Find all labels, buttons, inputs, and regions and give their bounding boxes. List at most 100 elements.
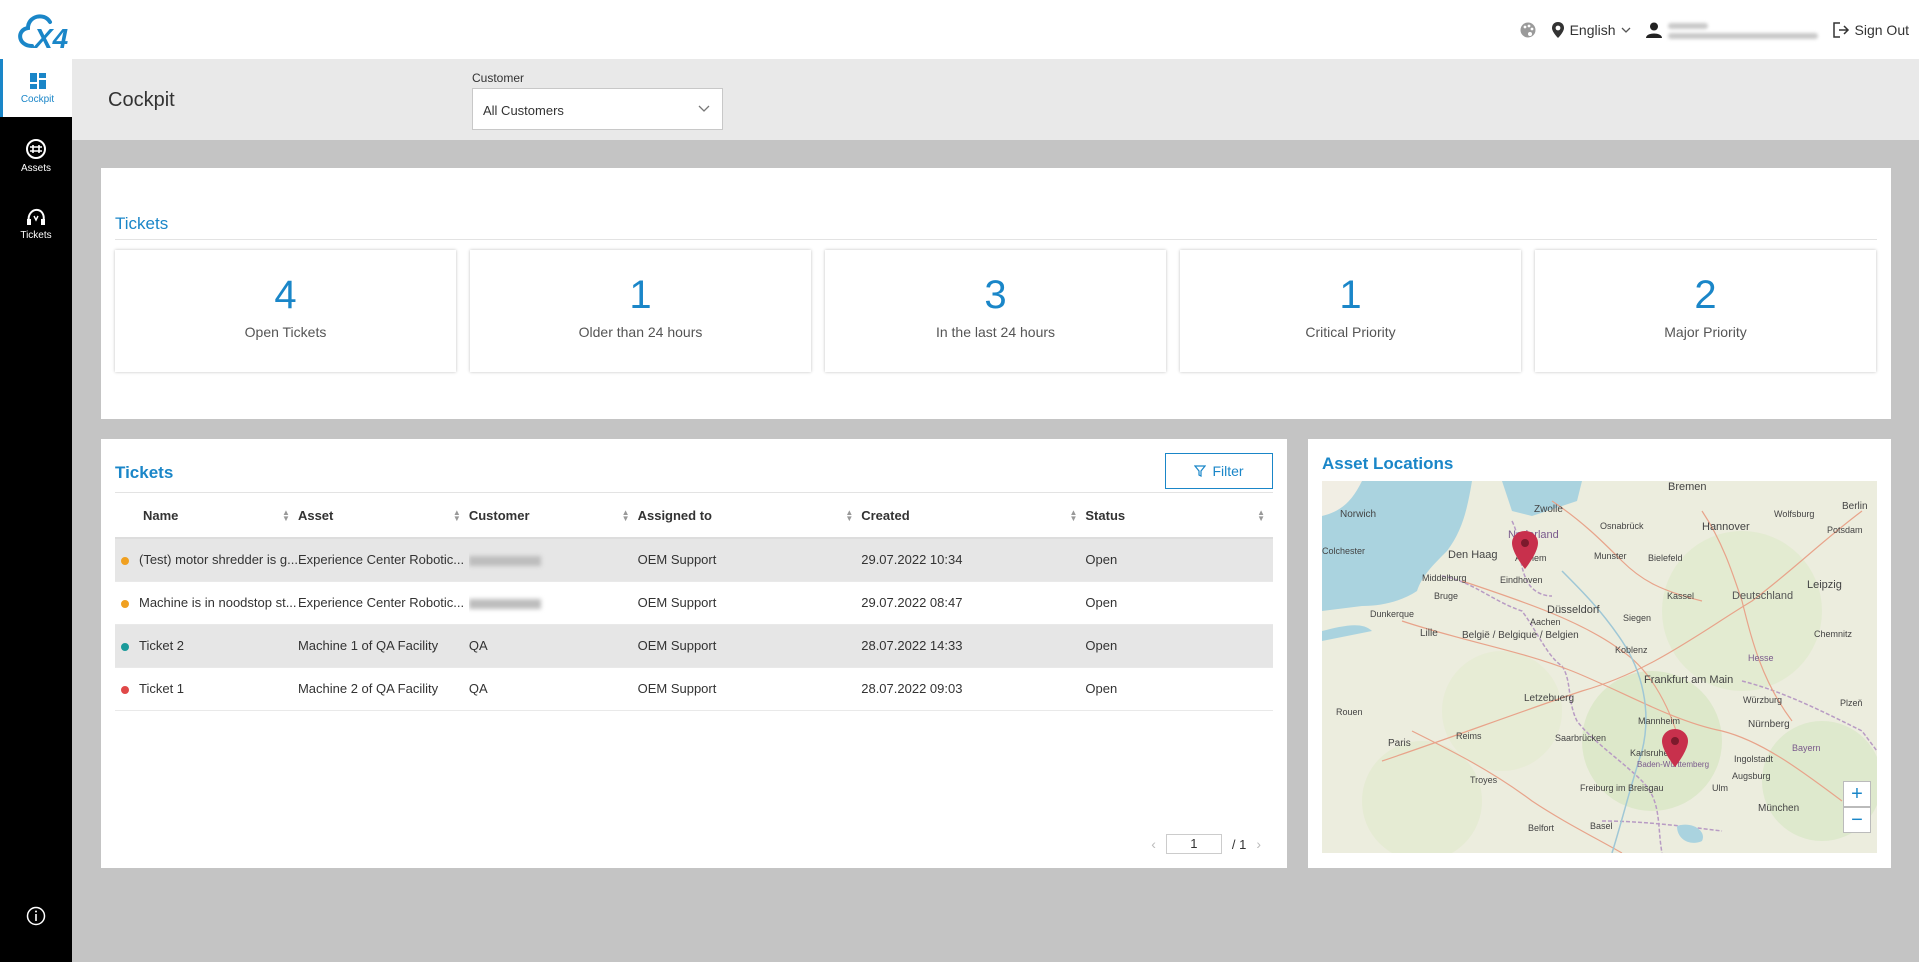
language-label: English	[1569, 21, 1616, 38]
prev-page-icon[interactable]: ‹	[1151, 836, 1156, 852]
column-header-customer[interactable]: Customer ▲ ▼	[468, 494, 638, 539]
kpi-value: 3	[984, 273, 1007, 317]
ticket-assigned: OEM Support	[637, 667, 862, 711]
map-label: Plzeň	[1840, 698, 1863, 708]
map-label: België / Belgique / Belgien	[1462, 630, 1579, 641]
sort-icon[interactable]: ▲ ▼	[1069, 509, 1077, 523]
user-icon	[1645, 22, 1662, 38]
filter-icon	[1194, 465, 1207, 477]
sidebar-item-label: Assets	[20, 162, 51, 174]
column-header-assigned-to[interactable]: Assigned to ▲ ▼	[637, 494, 862, 539]
map-label: Bielefeld	[1648, 553, 1683, 563]
location-pin-icon	[1551, 21, 1564, 38]
sort-icon[interactable]: ▲ ▼	[1257, 509, 1265, 523]
kpi-label: Critical Priority	[1305, 324, 1396, 340]
kpi-major-priority[interactable]: 2 Major Priority	[1535, 250, 1876, 372]
tickets-title: Tickets	[115, 463, 174, 482]
map-label: Karlsruhe	[1630, 748, 1669, 758]
map-label: Siegen	[1623, 613, 1651, 623]
ticket-status: Open	[1085, 624, 1273, 668]
ticket-asset: Experience Center Robotic...	[297, 581, 469, 625]
kpi-open-tickets[interactable]: 4 Open Tickets	[115, 250, 456, 372]
customer-label: Customer	[472, 71, 525, 85]
divider	[115, 239, 1877, 240]
map-title: Asset Locations	[1322, 454, 1454, 473]
table-row[interactable]: Ticket 2 Machine 1 of QA Facility QA OEM…	[115, 624, 1273, 668]
map-label: Hannover	[1702, 521, 1750, 533]
kpi-critical-priority[interactable]: 1 Critical Priority	[1180, 250, 1521, 372]
column-header-status[interactable]: Status ▲ ▼	[1085, 494, 1273, 539]
column-label: Customer	[468, 508, 530, 523]
zoom-in-button[interactable]: +	[1843, 781, 1871, 807]
chevron-down-icon	[698, 105, 710, 112]
page-header: Cockpit Customer All Customers	[72, 59, 1919, 140]
map-label: Den Haag	[1448, 549, 1498, 561]
ticket-assigned: OEM Support	[637, 624, 862, 668]
user-menu[interactable]	[1645, 17, 1818, 43]
table-row[interactable]: Ticket 1 Machine 2 of QA Facility QA OEM…	[115, 667, 1273, 711]
map-label: München	[1758, 803, 1799, 814]
sidebar-item-tickets[interactable]: Tickets	[0, 195, 72, 253]
map-label: Osnabrück	[1600, 521, 1644, 531]
filter-button[interactable]: Filter	[1165, 453, 1273, 489]
map-label: Troyes	[1470, 775, 1498, 785]
ticket-assigned: OEM Support	[637, 538, 862, 582]
kpi-older-than-24h[interactable]: 1 Older than 24 hours	[470, 250, 811, 372]
info-icon[interactable]	[26, 906, 46, 926]
kpi-value: 2	[1694, 273, 1717, 317]
sort-icon[interactable]: ▲ ▼	[845, 509, 853, 523]
map-label: Augsburg	[1732, 771, 1771, 781]
column-header-created[interactable]: Created ▲ ▼	[861, 494, 1086, 539]
map-label: Lille	[1420, 628, 1438, 639]
sidebar-item-assets[interactable]: Assets	[0, 127, 72, 185]
sort-icon[interactable]: ▲ ▼	[282, 509, 290, 523]
ticket-status: Open	[1085, 581, 1273, 625]
language-selector[interactable]: English	[1551, 21, 1631, 39]
ticket-name: Ticket 1	[139, 681, 185, 696]
column-label: Asset	[297, 508, 334, 523]
column-header-name[interactable]: Name ▲ ▼	[115, 494, 298, 539]
table-row[interactable]: Machine is in noodstop st... Experience …	[115, 581, 1273, 625]
ticket-created: 29.07.2022 08:47	[861, 581, 1086, 625]
priority-dot	[121, 599, 129, 608]
map-label: Dunkerque	[1370, 609, 1414, 619]
sign-out-button[interactable]: Sign Out	[1832, 21, 1909, 39]
sort-icon[interactable]: ▲ ▼	[453, 509, 461, 523]
tickets-table-card: Tickets Filter Name ▲ ▼ Asset ▲ ▼ Customer ▲ ▼…	[101, 439, 1287, 868]
ticket-name: (Test) motor shredder is g...	[139, 552, 298, 568]
page-number-input[interactable]: 1	[1165, 834, 1222, 854]
map-label: Aachen	[1530, 617, 1561, 627]
customer-select[interactable]: All Customers	[472, 88, 723, 130]
ticket-customer	[468, 581, 638, 625]
map-label: Basel	[1590, 821, 1613, 831]
kpi-label: Older than 24 hours	[578, 324, 703, 340]
column-header-asset[interactable]: Asset ▲ ▼	[297, 494, 469, 539]
page-title: Cockpit	[108, 89, 175, 111]
map-label: Düsseldorf	[1547, 604, 1601, 616]
ticket-assigned: OEM Support	[637, 581, 862, 625]
table-row[interactable]: (Test) motor shredder is g... Experience…	[115, 538, 1273, 582]
asset-map[interactable]: Bremen Berlin Norwich Zwolle Osnabrück H…	[1322, 481, 1877, 853]
map-label: Colchester	[1322, 546, 1365, 556]
chevron-down-icon	[1621, 27, 1630, 33]
kpi-last-24h[interactable]: 3 In the last 24 hours	[825, 250, 1166, 372]
tickets-table: Name ▲ ▼ Asset ▲ ▼ Customer ▲ ▼ Assigned to ▲ ▼ …	[115, 494, 1273, 711]
map-label: Leipzig	[1807, 579, 1842, 591]
sidebar-item-cockpit[interactable]: Cockpit	[0, 59, 72, 117]
zoom-out-button[interactable]: −	[1843, 807, 1871, 833]
x4-logo[interactable]: X4	[10, 6, 76, 54]
map-label: Reims	[1456, 731, 1482, 741]
next-page-icon[interactable]: ›	[1256, 836, 1261, 852]
ticket-created: 29.07.2022 10:34	[861, 538, 1086, 582]
ticket-created: 28.07.2022 14:33	[861, 624, 1086, 668]
sidebar: Cockpit Assets Tickets	[0, 59, 72, 962]
ticket-asset: Machine 1 of QA Facility	[297, 624, 469, 668]
tickets-icon	[27, 208, 45, 225]
sort-icon[interactable]: ▲ ▼	[622, 509, 630, 523]
map-label: Ulm	[1712, 783, 1728, 793]
assets-icon	[26, 138, 46, 159]
sign-out-label: Sign Out	[1854, 21, 1909, 38]
divider	[115, 492, 1273, 493]
palette-icon[interactable]	[1519, 21, 1537, 39]
map-label: Munster	[1594, 551, 1627, 561]
